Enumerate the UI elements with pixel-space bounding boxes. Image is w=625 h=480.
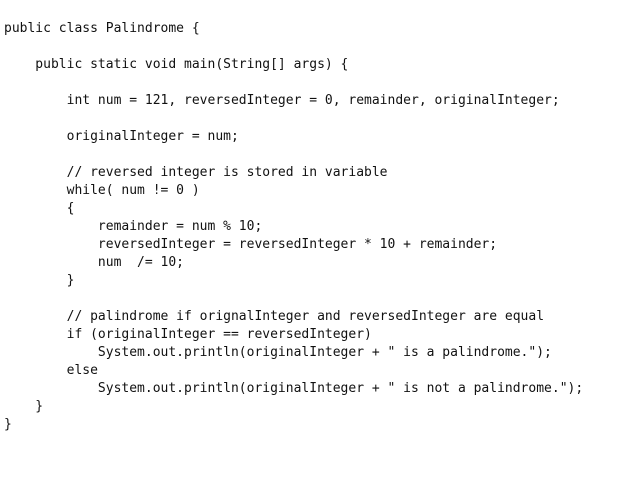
code-line: // palindrome if orignalInteger and reve… xyxy=(4,309,545,324)
code-line: while( num != 0 ) xyxy=(4,183,200,198)
code-line: originalInteger = num; xyxy=(4,129,239,144)
code-line: else xyxy=(4,363,98,378)
code-line: reversedInteger = reversedInteger * 10 +… xyxy=(4,237,498,252)
code-line: public static void main(String[] args) { xyxy=(4,57,349,72)
code-line: if (originalInteger == reversedInteger) xyxy=(4,327,372,342)
code-line: { xyxy=(4,201,75,216)
code-line: } xyxy=(4,417,12,432)
code-block: public class Palindrome { public static … xyxy=(4,20,583,434)
code-line: System.out.println(originalInteger + " i… xyxy=(4,345,552,360)
code-line: public class Palindrome { xyxy=(4,21,200,36)
code-line: } xyxy=(4,399,44,414)
code-line: System.out.println(originalInteger + " i… xyxy=(4,381,584,396)
code-line: int num = 121, reversedInteger = 0, rema… xyxy=(4,93,560,108)
code-line: remainder = num % 10; xyxy=(4,219,263,234)
code-line: // reversed integer is stored in variabl… xyxy=(4,165,388,180)
code-line: } xyxy=(4,273,75,288)
code-line: num /= 10; xyxy=(4,255,185,270)
